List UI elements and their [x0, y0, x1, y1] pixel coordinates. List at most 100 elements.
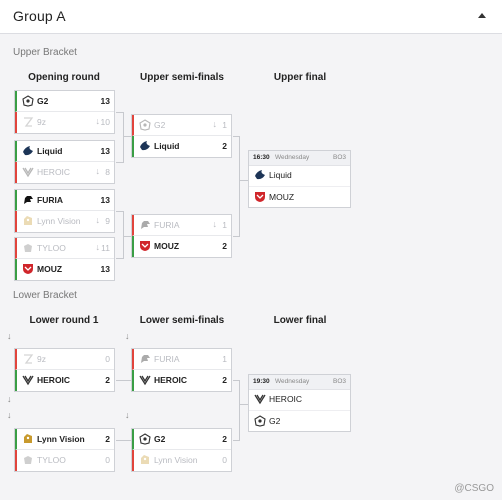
- team-score: 2: [105, 375, 110, 385]
- match-info: 16:30 Wednesday BO3: [249, 151, 350, 166]
- opening-round-match[interactable]: FURIA 13 Lynn Vision ↓ 9: [14, 189, 115, 233]
- team-row[interactable]: Lynn Vision 0: [132, 450, 231, 471]
- match-format: BO3: [332, 378, 346, 385]
- opening-round-match[interactable]: TYLOO ↓ 11 MOUZ 13: [14, 237, 115, 281]
- column-lower-final: Lower final: [273, 315, 327, 326]
- connector-line: [123, 112, 124, 163]
- team-name: Lynn Vision: [154, 455, 198, 465]
- team-name: HEROIC: [154, 375, 188, 385]
- collapse-icon[interactable]: [478, 13, 486, 18]
- team-score: 0: [222, 455, 227, 465]
- team-row[interactable]: G2 ↓ 1: [132, 115, 231, 136]
- column-opening-round: Opening round: [28, 72, 100, 83]
- group-header[interactable]: Group A: [0, 0, 502, 34]
- lower-round-1-match[interactable]: 9z 0 HEROIC 2: [14, 348, 115, 392]
- liquid-logo-icon: [254, 169, 266, 181]
- lower-semi-final-match[interactable]: FURIA 1 HEROIC 2: [131, 348, 232, 392]
- team-row[interactable]: MOUZ 13: [15, 259, 114, 280]
- team-row[interactable]: Lynn Vision ↓ 9: [15, 211, 114, 232]
- team-row[interactable]: FURIA ↓ 1: [132, 215, 231, 236]
- opening-round-match[interactable]: G2 13 9z ↓ 10: [14, 90, 115, 134]
- match-time: 19:30: [253, 378, 270, 385]
- opening-round-match[interactable]: Liquid 13 HEROIC ↓ 8: [14, 140, 115, 184]
- team-score: 2: [222, 141, 227, 151]
- team-name: Lynn Vision: [37, 434, 85, 444]
- connector-line: [116, 162, 123, 163]
- tyloo-logo-icon: [22, 242, 34, 254]
- team-score: 1: [222, 220, 227, 230]
- watermark: @CSGO: [454, 483, 494, 494]
- team-name: MOUZ: [37, 264, 63, 274]
- match-info: 19:30 Wednesday BO3: [249, 375, 350, 390]
- team-score: 0: [105, 455, 110, 465]
- eliminated-arrow-icon: ↓: [95, 116, 101, 126]
- team-row[interactable]: TYLOO 0: [15, 450, 114, 471]
- team-row[interactable]: G2 13: [15, 91, 114, 112]
- tyloo-logo-icon: [22, 454, 34, 466]
- 9z-logo-icon: [22, 116, 34, 128]
- lower-bracket-label: Lower Bracket: [13, 290, 77, 301]
- team-name: Liquid: [269, 170, 292, 180]
- upper-final-match[interactable]: 16:30 Wednesday BO3 Liquid MOUZ: [248, 150, 351, 208]
- team-score: 9: [105, 216, 110, 226]
- team-name: Lynn Vision: [37, 216, 81, 226]
- upper-semi-final-match[interactable]: FURIA ↓ 1 MOUZ 2: [131, 214, 232, 258]
- heroic-logo-icon: [22, 374, 34, 386]
- column-upper-semi-finals: Upper semi-finals: [140, 72, 224, 83]
- team-row[interactable]: TYLOO ↓ 11: [15, 238, 114, 259]
- team-score: 2: [222, 375, 227, 385]
- team-row[interactable]: Liquid 2: [132, 136, 231, 157]
- team-row[interactable]: 9z ↓ 10: [15, 112, 114, 133]
- connector-line: [239, 136, 240, 237]
- team-row[interactable]: Liquid: [249, 165, 350, 187]
- team-name: FURIA: [37, 195, 63, 205]
- connector-line: [123, 136, 131, 137]
- team-row[interactable]: HEROIC 2: [132, 370, 231, 391]
- mouz-logo-icon: [254, 191, 266, 203]
- lower-round-1-match[interactable]: Lynn Vision 2 TYLOO 0: [14, 428, 115, 472]
- furia-logo-icon: [139, 219, 151, 231]
- eliminated-arrow-icon: ↓: [95, 166, 101, 176]
- team-row[interactable]: HEROIC: [249, 389, 350, 411]
- 9z-logo-icon: [22, 353, 34, 365]
- g2-logo-icon: [139, 119, 151, 131]
- column-lower-round-1: Lower round 1: [29, 315, 99, 326]
- team-score: 11: [101, 243, 110, 253]
- team-row[interactable]: FURIA 1: [132, 349, 231, 370]
- team-row[interactable]: FURIA 13: [15, 190, 114, 211]
- down-arrow-icon: ↓: [7, 410, 12, 420]
- lower-final-match[interactable]: 19:30 Wednesday BO3 HEROIC G2: [248, 374, 351, 432]
- lower-semi-final-match[interactable]: G2 2 Lynn Vision 0: [131, 428, 232, 472]
- team-name: Liquid: [154, 141, 180, 151]
- team-name: G2: [154, 120, 166, 130]
- connector-line: [123, 236, 131, 237]
- down-arrow-icon: ↓: [212, 119, 218, 129]
- team-name: Liquid: [37, 146, 63, 156]
- team-row[interactable]: 9z 0: [15, 349, 114, 370]
- lynn-vision-logo-icon: [22, 215, 34, 227]
- team-name: G2: [269, 416, 281, 426]
- team-name: HEROIC: [37, 167, 71, 177]
- team-row[interactable]: G2: [249, 411, 350, 432]
- upper-semi-final-match[interactable]: G2 ↓ 1 Liquid 2: [131, 114, 232, 158]
- connector-line: [239, 380, 240, 441]
- lynn-vision-logo-icon: [139, 454, 151, 466]
- match-time: 16:30: [253, 154, 270, 161]
- team-name: MOUZ: [269, 192, 295, 202]
- column-upper-final: Upper final: [273, 72, 327, 83]
- team-name: G2: [154, 434, 166, 444]
- team-row[interactable]: G2 2: [132, 429, 231, 450]
- connector-line: [116, 380, 131, 381]
- team-row[interactable]: MOUZ 2: [132, 236, 231, 257]
- team-name: FURIA: [154, 220, 180, 230]
- team-score: 13: [100, 195, 110, 205]
- down-arrow-icon: ↓: [7, 394, 12, 404]
- team-row[interactable]: Lynn Vision 2: [15, 429, 114, 450]
- heroic-logo-icon: [22, 166, 34, 178]
- team-row[interactable]: HEROIC 2: [15, 370, 114, 391]
- heroic-logo-icon: [139, 374, 151, 386]
- liquid-logo-icon: [22, 145, 34, 157]
- team-row[interactable]: Liquid 13: [15, 141, 114, 162]
- team-row[interactable]: MOUZ: [249, 187, 350, 208]
- team-row[interactable]: HEROIC ↓ 8: [15, 162, 114, 183]
